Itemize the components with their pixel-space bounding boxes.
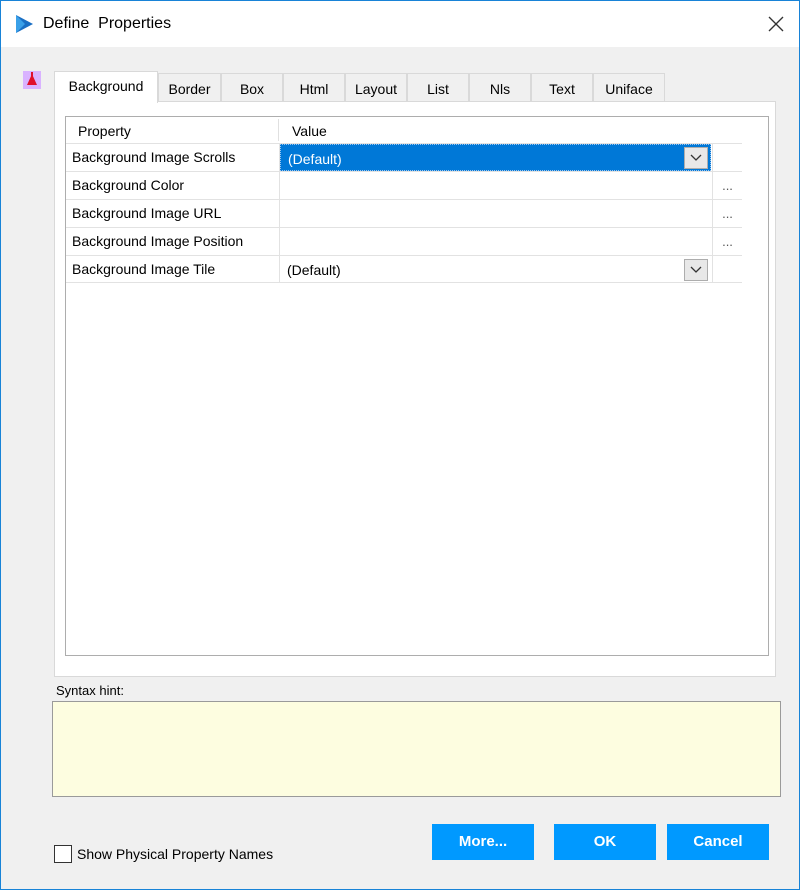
ok-button[interactable]: OK (554, 824, 656, 860)
property-name: Background Image Scrolls (66, 144, 280, 171)
chevron-down-icon (690, 266, 702, 273)
ellipsis-cell-empty (712, 144, 742, 171)
dropdown-button[interactable] (684, 259, 708, 281)
property-value[interactable]: (Default) (280, 144, 711, 171)
title-bar: Define Properties (1, 1, 799, 47)
dropdown-button[interactable] (684, 147, 708, 169)
show-physical-names-label[interactable]: Show Physical Property Names (77, 846, 273, 862)
tab-nls[interactable]: Nls (469, 73, 531, 101)
chevron-down-icon (690, 154, 702, 161)
property-value[interactable] (280, 228, 711, 255)
property-row[interactable]: Background Image Scrolls (Default) (66, 143, 742, 171)
property-value[interactable] (280, 172, 711, 199)
tab-border[interactable]: Border (158, 73, 221, 101)
property-name: Background Color (66, 172, 280, 199)
tab-box[interactable]: Box (221, 73, 283, 101)
tab-background[interactable]: Background (54, 71, 158, 103)
ellipsis-button[interactable]: ... (712, 200, 742, 227)
define-properties-dialog: Define Properties Background Border Box … (0, 0, 800, 890)
tab-strip: Background Border Box Html Layout List N… (54, 71, 776, 103)
ellipsis-cell-empty (712, 256, 742, 283)
window-title: Define Properties (43, 15, 172, 32)
tab-layout[interactable]: Layout (345, 73, 407, 101)
uniface-app-icon (16, 15, 33, 33)
property-value[interactable] (280, 200, 711, 227)
property-value[interactable]: (Default) (280, 256, 711, 283)
object-icon (23, 71, 41, 89)
column-header-divider[interactable] (278, 119, 279, 141)
ellipsis-button[interactable]: ... (712, 172, 742, 199)
tab-html[interactable]: Html (283, 73, 345, 101)
property-row[interactable]: Background Image Tile (Default) (66, 255, 742, 283)
property-name: Background Image URL (66, 200, 280, 227)
property-row[interactable]: Background Image Position ... (66, 227, 742, 255)
close-icon[interactable] (761, 9, 791, 39)
syntax-hint-box (52, 701, 781, 797)
tab-text[interactable]: Text (531, 73, 593, 101)
show-physical-names-checkbox[interactable] (54, 845, 72, 863)
property-row[interactable]: Background Image URL ... (66, 199, 742, 227)
more-button[interactable]: More... (432, 824, 534, 860)
ellipsis-button[interactable]: ... (712, 228, 742, 255)
tab-uniface[interactable]: Uniface (593, 73, 665, 101)
tab-panel-background: Property Value Background Image Scrolls … (54, 101, 776, 677)
cancel-button[interactable]: Cancel (667, 824, 769, 860)
property-grid: Property Value Background Image Scrolls … (65, 116, 769, 656)
syntax-hint-label: Syntax hint: (56, 683, 124, 698)
property-name: Background Image Position (66, 228, 280, 255)
column-header-value[interactable]: Value (292, 117, 327, 143)
property-row[interactable]: Background Color ... (66, 171, 742, 199)
tab-list[interactable]: List (407, 73, 469, 101)
column-header-property[interactable]: Property (78, 117, 131, 143)
property-name: Background Image Tile (66, 256, 280, 283)
